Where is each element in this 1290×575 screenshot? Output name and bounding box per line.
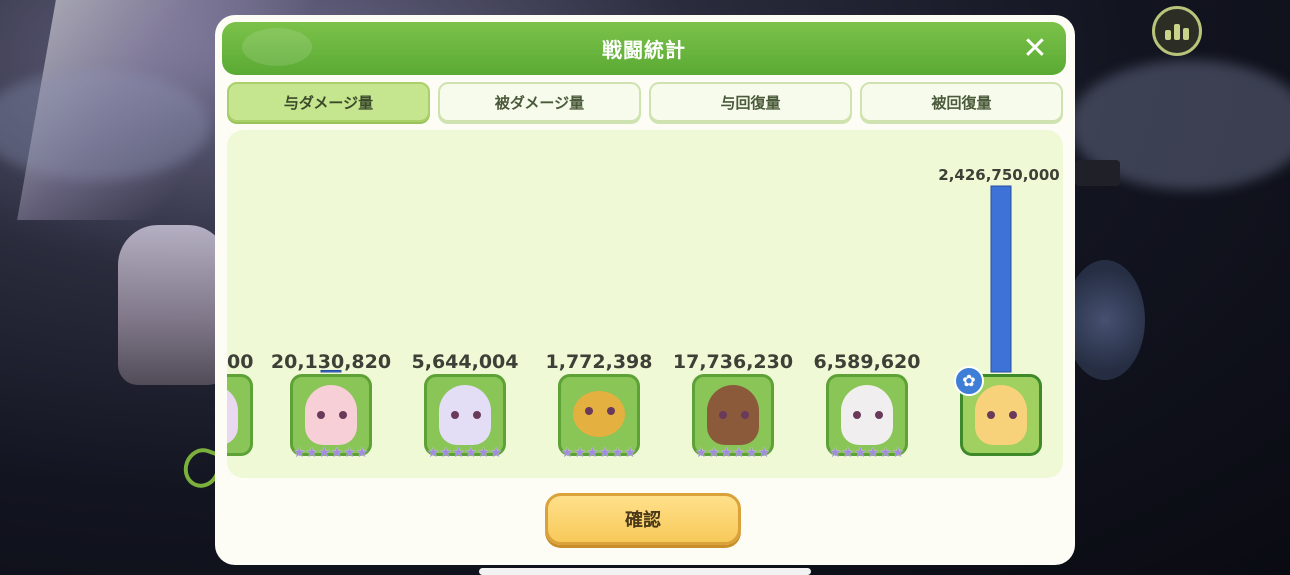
character-portrait-lavender-hair[interactable] [424, 374, 506, 456]
star-rating: ★★★★★★ [561, 445, 637, 461]
tab-damage-taken[interactable]: 被ダメージ量 [438, 82, 641, 122]
star-rating: ★★★★★★ [829, 445, 905, 461]
character-portrait-bee-creature[interactable] [558, 374, 640, 456]
damage-value-label: 1,772,398 [546, 351, 653, 373]
battle-stats-dialog: 戦闘統計 ✕ 与ダメージ量 被ダメージ量 与回復量 被回復量 00 20,130,… [215, 15, 1075, 565]
home-indicator [479, 568, 811, 575]
damage-bar [990, 185, 1012, 373]
damage-value-label: 5,644,004 [412, 351, 519, 373]
tab-healing-received[interactable]: 被回復量 [860, 82, 1063, 122]
background-bar [1075, 160, 1120, 186]
damage-value-label: 20,130,820 [271, 351, 391, 373]
background-emblem [1065, 260, 1145, 380]
special-character-badge-icon: ✿ [954, 366, 984, 396]
confirm-button[interactable]: 確認 [545, 493, 741, 545]
bar-chart-icon[interactable] [1152, 6, 1202, 56]
damage-chart-panel: 00 20,130,820 5,644,004 1,772,398 17,736,230… [227, 130, 1063, 478]
character-portrait-partial[interactable] [227, 374, 253, 456]
dialog-title: 戦闘統計 [602, 38, 686, 62]
tab-damage-dealt[interactable]: 与ダメージ量 [227, 82, 430, 122]
tab-healing-done[interactable]: 与回復量 [649, 82, 852, 122]
stats-tabs: 与ダメージ量 被ダメージ量 与回復量 被回復量 [227, 82, 1063, 122]
title-bar: 戦闘統計 ✕ [222, 22, 1066, 75]
value-label-partial: 00 [227, 351, 253, 373]
damage-value-label: 2,426,750,000 [938, 166, 1059, 184]
damage-value-label: 6,589,620 [814, 351, 921, 373]
character-portrait-pink-hair[interactable] [290, 374, 372, 456]
close-icon[interactable]: ✕ [1018, 32, 1052, 66]
background-characters [118, 225, 228, 385]
star-rating: ★★★★★★ [695, 445, 771, 461]
damage-value-label: 17,736,230 [673, 351, 793, 373]
star-rating: ★★★★★★ [293, 445, 369, 461]
star-rating: ★★★★★★ [427, 445, 503, 461]
character-portrait-white-hair[interactable] [826, 374, 908, 456]
character-portrait-brown-hair[interactable] [692, 374, 774, 456]
